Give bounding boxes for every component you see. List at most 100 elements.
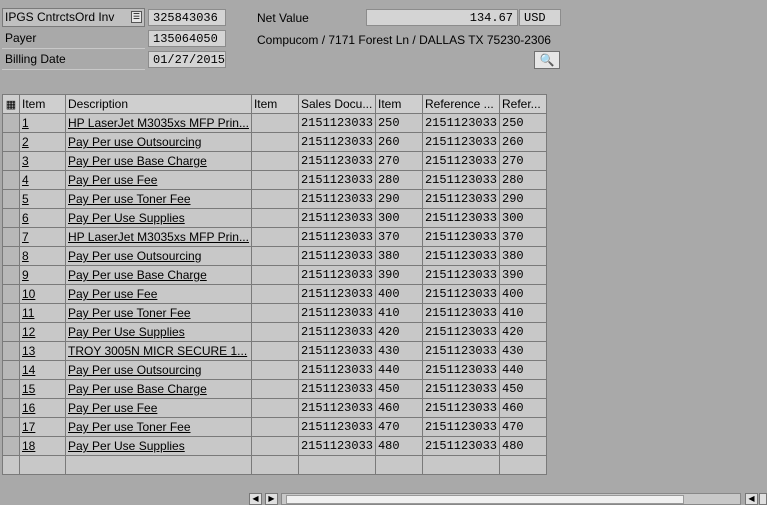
table-row[interactable]: 14 Pay Per use Outsourcing 2151123033 440 21… — [2, 360, 547, 380]
item-link[interactable]: 3 — [22, 154, 29, 168]
empty-cell — [2, 455, 20, 475]
row-selector[interactable] — [2, 265, 20, 285]
cell-item2 — [250, 170, 299, 190]
row-selector[interactable] — [2, 417, 20, 437]
col-header-item3[interactable]: Item — [374, 94, 423, 114]
description-link[interactable]: Pay Per Use Supplies — [68, 439, 185, 453]
row-selector[interactable] — [2, 151, 20, 171]
col-header-item2[interactable]: Item — [250, 94, 299, 114]
row-selector[interactable] — [2, 246, 20, 266]
row-selector[interactable] — [2, 208, 20, 228]
table-row[interactable]: 6 Pay Per Use Supplies 2151123033 300 215112… — [2, 208, 547, 228]
payer-field[interactable]: 135064050 — [148, 30, 226, 47]
description-link[interactable]: Pay Per use Outsourcing — [68, 249, 201, 263]
table-row[interactable]: 5 Pay Per use Toner Fee 2151123033 290 21511… — [2, 189, 547, 209]
row-selector[interactable] — [2, 322, 20, 342]
row-selector[interactable] — [2, 360, 20, 380]
item-link[interactable]: 6 — [22, 211, 29, 225]
scrollbar-thumb[interactable] — [286, 495, 684, 504]
table-row[interactable]: 15 Pay Per use Base Charge 2151123033 450 21… — [2, 379, 547, 399]
description-link[interactable]: Pay Per Use Supplies — [68, 325, 185, 339]
table-row[interactable]: 9 Pay Per use Base Charge 2151123033 390 215… — [2, 265, 547, 285]
item-link[interactable]: 1 — [22, 116, 29, 130]
cell-reference: 2151123033 — [421, 284, 501, 304]
description-link[interactable]: Pay Per use Base Charge — [68, 382, 207, 396]
row-selector[interactable] — [2, 436, 20, 456]
table-row[interactable]: 11 Pay Per use Toner Fee 2151123033 410 2151… — [2, 303, 547, 323]
table-row[interactable]: 2 Pay Per use Outsourcing 2151123033 260 215… — [2, 132, 547, 152]
description-link[interactable]: Pay Per use Outsourcing — [68, 135, 201, 149]
net-value-field[interactable]: 134.67 — [366, 9, 518, 26]
row-selector[interactable] — [2, 132, 20, 152]
row-selector[interactable] — [2, 379, 20, 399]
row-selector[interactable] — [2, 189, 20, 209]
table-row[interactable]: 18 Pay Per Use Supplies 2151123033 480 21511… — [2, 436, 547, 456]
description-link[interactable]: Pay Per use Fee — [68, 173, 157, 187]
item-link[interactable]: 17 — [22, 420, 35, 434]
billing-date-field[interactable]: 01/27/2015 — [148, 51, 226, 68]
item-link[interactable]: 18 — [22, 439, 35, 453]
currency-field[interactable]: USD — [519, 9, 561, 26]
table-row[interactable]: 10 Pay Per use Fee 2151123033 400 2151123033… — [2, 284, 547, 304]
doc-type-select[interactable]: IPGS CntrctsOrd Inv ☰ — [2, 8, 145, 27]
description-link[interactable]: Pay Per use Toner Fee — [68, 306, 191, 320]
table-row[interactable]: 7 HP LaserJet M3035xs MFP Prin... 21511230… — [2, 227, 547, 247]
arrow-left-icon[interactable]: ◀ — [745, 493, 758, 505]
payer-label: Payer — [5, 31, 37, 45]
cell-item: 12 — [19, 322, 66, 342]
arrow-right-icon[interactable] — [759, 493, 767, 505]
description-link[interactable]: Pay Per use Fee — [68, 401, 157, 415]
table-row[interactable]: 4 Pay Per use Fee 2151123033 280 2151123033 2… — [2, 170, 547, 190]
description-link[interactable]: HP LaserJet M3035xs MFP Prin... — [68, 116, 249, 130]
magnifier-document-icon[interactable]: 🔍 — [534, 51, 560, 69]
arrow-right-icon[interactable]: ▶ — [265, 493, 278, 505]
item-link[interactable]: 15 — [22, 382, 35, 396]
item-link[interactable]: 14 — [22, 363, 35, 377]
description-link[interactable]: Pay Per Use Supplies — [68, 211, 185, 225]
table-row[interactable]: 13 TROY 3005N MICR SECURE 1... 2151123033 4… — [2, 341, 547, 361]
item-link[interactable]: 8 — [22, 249, 29, 263]
description-link[interactable]: Pay Per use Base Charge — [68, 268, 207, 282]
dropdown-icon[interactable]: ☰ — [131, 11, 142, 23]
table-row[interactable]: 17 Pay Per use Toner Fee 2151123033 470 2151… — [2, 417, 547, 437]
description-link[interactable]: Pay Per use Fee — [68, 287, 157, 301]
row-selector[interactable] — [2, 284, 20, 304]
table-row[interactable]: 16 Pay Per use Fee 2151123033 460 2151123033… — [2, 398, 547, 418]
cell-reference: 2151123033 — [421, 341, 501, 361]
description-link[interactable]: Pay Per use Toner Fee — [68, 192, 191, 206]
description-link[interactable]: Pay Per use Base Charge — [68, 154, 207, 168]
row-selector[interactable] — [2, 170, 20, 190]
row-selector[interactable] — [2, 398, 20, 418]
item-link[interactable]: 13 — [22, 344, 35, 358]
doc-number-field[interactable]: 325843036 — [148, 9, 226, 26]
col-header-reference[interactable]: Reference ... — [421, 94, 501, 114]
col-header-sales-doc[interactable]: Sales Docu... — [297, 94, 376, 114]
item-link[interactable]: 5 — [22, 192, 29, 206]
item-link[interactable]: 9 — [22, 268, 29, 282]
table-row[interactable]: 3 Pay Per use Base Charge 2151123033 270 215… — [2, 151, 547, 171]
table-row[interactable]: 8 Pay Per use Outsourcing 2151123033 380 215… — [2, 246, 547, 266]
col-header-refer[interactable]: Refer... — [499, 94, 547, 114]
description-link[interactable]: Pay Per use Outsourcing — [68, 363, 201, 377]
item-link[interactable]: 12 — [22, 325, 35, 339]
description-link[interactable]: Pay Per use Toner Fee — [68, 420, 191, 434]
item-link[interactable]: 4 — [22, 173, 29, 187]
table-settings-icon[interactable]: ▦ — [2, 94, 20, 114]
table-row[interactable]: 1 HP LaserJet M3035xs MFP Prin... 21511230… — [2, 113, 547, 133]
col-header-description[interactable]: Description — [65, 94, 252, 114]
cell-sales_doc: 2151123033 — [297, 284, 376, 304]
row-selector[interactable] — [2, 227, 20, 247]
row-selector[interactable] — [2, 303, 20, 323]
table-row[interactable]: 12 Pay Per Use Supplies 2151123033 420 21511… — [2, 322, 547, 342]
item-link[interactable]: 10 — [22, 287, 35, 301]
row-selector[interactable] — [2, 341, 20, 361]
item-link[interactable]: 7 — [22, 230, 29, 244]
item-link[interactable]: 16 — [22, 401, 35, 415]
arrow-left-icon[interactable]: ◀ — [249, 493, 262, 505]
description-link[interactable]: TROY 3005N MICR SECURE 1... — [68, 344, 247, 358]
description-link[interactable]: HP LaserJet M3035xs MFP Prin... — [68, 230, 249, 244]
item-link[interactable]: 2 — [22, 135, 29, 149]
col-header-item[interactable]: Item — [19, 94, 66, 114]
row-selector[interactable] — [2, 113, 20, 133]
item-link[interactable]: 11 — [22, 306, 34, 320]
